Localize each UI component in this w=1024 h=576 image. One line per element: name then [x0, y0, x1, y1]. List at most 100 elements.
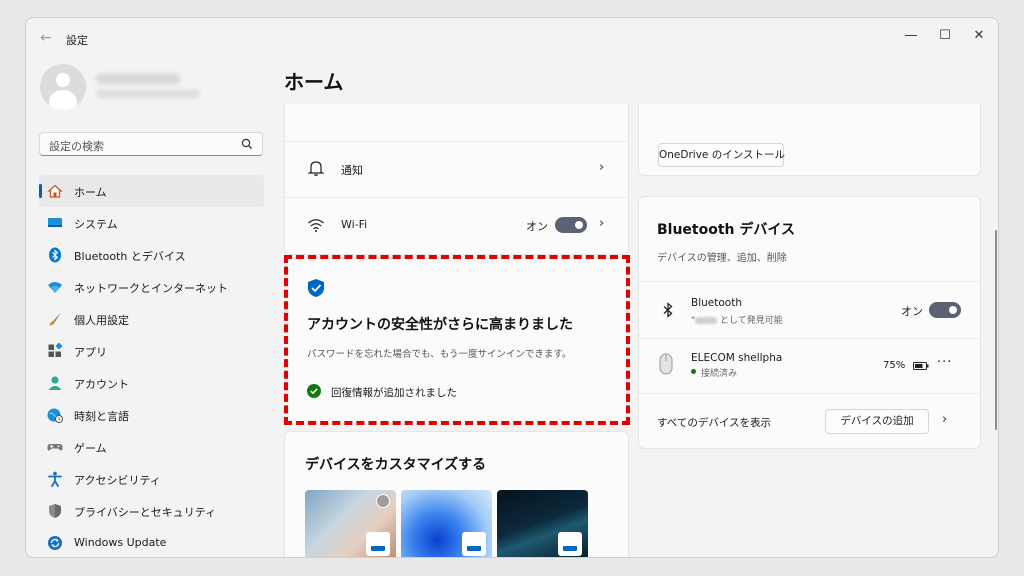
- wifi-label: Wi-Fi: [341, 218, 368, 231]
- sidebar-item-label: ゲーム: [74, 442, 107, 455]
- scrollbar[interactable]: [995, 230, 997, 430]
- sidebar-item-label: アカウント: [74, 378, 129, 391]
- quick-settings-card: 通知 › Wi-Fi オン ›: [284, 104, 629, 255]
- view-all-devices-link[interactable]: すべてのデバイスを表示: [657, 415, 771, 430]
- rotate-icon: [376, 494, 390, 508]
- sidebar-item-label: システム: [74, 218, 118, 231]
- chevron-right-icon: ›: [599, 160, 605, 175]
- more-options-icon[interactable]: ···: [937, 355, 952, 370]
- search-placeholder: 設定の検索: [49, 140, 104, 153]
- theme-thumbnail[interactable]: [497, 490, 588, 557]
- gamepad-icon: [47, 444, 63, 451]
- avatar[interactable]: [40, 64, 86, 110]
- avatar-head: [56, 73, 70, 87]
- theme-preview-window: [558, 532, 582, 556]
- wifi-state-label: オン: [526, 220, 548, 233]
- wifi-row[interactable]: Wi-Fi オン ›: [285, 197, 628, 253]
- sidebar-item-label: 時刻と言語: [74, 410, 129, 423]
- minimize-button[interactable]: —: [896, 26, 926, 46]
- profile-name-redacted: [96, 74, 180, 84]
- mouse-icon: [659, 353, 673, 375]
- wifi-toggle[interactable]: [555, 217, 587, 233]
- customize-card: デバイスをカスタマイズする: [284, 431, 629, 557]
- customize-title: デバイスをカスタマイズする: [305, 457, 487, 473]
- bluetooth-devices-card: Bluetooth デバイス デバイスの管理、追加、削除 Bluetooth "…: [638, 196, 981, 449]
- theme-thumbnail[interactable]: [401, 490, 492, 557]
- profile-email-redacted: [96, 90, 200, 98]
- theme-preview-window: [366, 532, 390, 556]
- sidebar-item-system[interactable]: システム: [39, 207, 264, 239]
- sidebar-item-privacy[interactable]: プライバシーとセキュリティ: [39, 495, 264, 527]
- search-input[interactable]: 設定の検索: [39, 132, 263, 156]
- device-status: 接続済み: [701, 369, 738, 379]
- sidebar-item-label: Windows Update: [74, 536, 167, 549]
- maximize-button[interactable]: ☐: [930, 26, 960, 46]
- brush-icon: [49, 312, 61, 326]
- discoverable-suffix: として発見可能: [717, 316, 783, 326]
- sidebar-item-accessibility[interactable]: アクセシビリティ: [39, 463, 264, 495]
- sidebar-item-label: Bluetooth とデバイス: [74, 250, 186, 263]
- bluetooth-icon: [49, 247, 61, 263]
- sidebar-item-gaming[interactable]: ゲーム: [39, 431, 264, 463]
- bluetooth-state-label: オン: [901, 305, 923, 318]
- onedrive-card: OneDrive のインストール: [638, 104, 981, 176]
- add-device-button[interactable]: デバイスの追加: [825, 409, 929, 434]
- sidebar-item-time-language[interactable]: 時刻と言語: [39, 399, 264, 431]
- bluetooth-row: Bluetooth " として発見可能 オン: [639, 282, 980, 338]
- clock-globe-icon: [47, 408, 63, 423]
- close-button[interactable]: ✕: [964, 26, 994, 46]
- sidebar-item-label: アプリ: [74, 346, 107, 359]
- title-bar: ← 設定 — ☐ ✕: [26, 18, 998, 58]
- page-title: ホーム: [284, 70, 344, 94]
- settings-window: ← 設定 — ☐ ✕ 設定の検索 ホーム システム Bluetooth とデバイ…: [25, 17, 999, 558]
- highlight-frame: [284, 255, 630, 425]
- bluetooth-toggle[interactable]: [929, 302, 961, 318]
- wifi-icon: [308, 219, 324, 232]
- chevron-right-icon[interactable]: ›: [942, 412, 947, 427]
- theme-thumbnail[interactable]: [305, 490, 396, 557]
- view-all-devices-row: すべてのデバイスを表示 デバイスの追加 ›: [639, 394, 980, 450]
- network-icon: [48, 282, 62, 293]
- avatar-body: [49, 90, 77, 110]
- home-icon: [47, 184, 63, 198]
- sidebar-item-bluetooth[interactable]: Bluetooth とデバイス: [39, 239, 264, 271]
- sidebar-item-network[interactable]: ネットワークとインターネット: [39, 271, 264, 303]
- connected-dot-icon: [691, 369, 696, 374]
- bell-icon: [307, 161, 325, 176]
- windows-update-icon: [48, 536, 62, 550]
- bluetooth-card-subtitle: デバイスの管理、追加、削除: [657, 253, 787, 264]
- bluetooth-label: Bluetooth: [691, 297, 742, 309]
- device-row[interactable]: ELECOM shellpha 接続済み 75% ···: [639, 339, 980, 393]
- search-icon: [241, 138, 252, 149]
- sidebar-item-personalization[interactable]: 個人用設定: [39, 303, 264, 335]
- onedrive-install-button[interactable]: OneDrive のインストール: [658, 143, 785, 167]
- accessibility-icon: [48, 471, 62, 487]
- sidebar-item-accounts[interactable]: アカウント: [39, 367, 264, 399]
- chevron-right-icon[interactable]: ›: [599, 216, 604, 231]
- bluetooth-card-title: Bluetooth デバイス: [657, 222, 795, 238]
- apps-icon: [48, 343, 63, 357]
- app-title: 設定: [66, 34, 88, 47]
- account-icon: [48, 376, 62, 390]
- notifications-label: 通知: [341, 164, 363, 177]
- content-area: 通知 › Wi-Fi オン › アカウントの安全性がさらに高まりました パスワー…: [284, 104, 984, 557]
- bluetooth-discoverable-text: " として発見可能: [691, 313, 783, 326]
- battery-icon: [913, 362, 929, 370]
- sidebar-item-label: プライバシーとセキュリティ: [74, 506, 217, 519]
- sidebar-nav: ホーム システム Bluetooth とデバイス ネットワークとインターネット: [39, 175, 264, 557]
- system-icon: [48, 218, 62, 227]
- notifications-row[interactable]: 通知 ›: [285, 141, 628, 197]
- theme-preview-window: [462, 532, 486, 556]
- sidebar-item-apps[interactable]: アプリ: [39, 335, 264, 367]
- device-name-redacted: [695, 317, 718, 324]
- sidebar-item-label: アクセシビリティ: [74, 474, 161, 487]
- device-name: ELECOM shellpha: [691, 352, 783, 364]
- bluetooth-icon: [663, 302, 673, 318]
- back-button[interactable]: ←: [36, 30, 56, 46]
- sidebar-item-label: ホーム: [74, 186, 107, 199]
- sidebar-item-label: 個人用設定: [74, 314, 129, 327]
- sidebar-item-home[interactable]: ホーム: [39, 175, 264, 207]
- shield-icon: [49, 504, 61, 518]
- sidebar-item-label: ネットワークとインターネット: [74, 282, 228, 295]
- sidebar-item-windows-update[interactable]: Windows Update: [39, 527, 264, 557]
